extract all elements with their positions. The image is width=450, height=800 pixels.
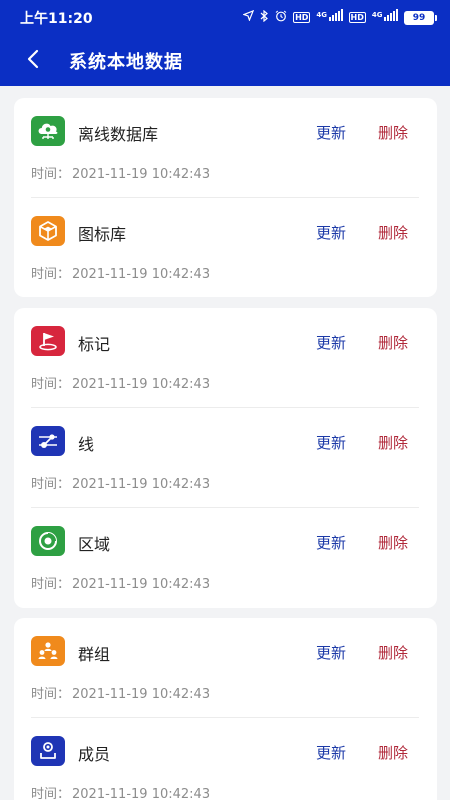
item-name: 群组 [78, 645, 111, 664]
location-arrow-icon [242, 9, 255, 25]
status-time: 上午11:20 [20, 11, 93, 27]
battery-icon: 99 [404, 10, 437, 25]
delete-button[interactable]: 删除 [378, 222, 408, 243]
update-button[interactable]: 更新 [316, 332, 346, 353]
page-title: 系统本地数据 [69, 52, 183, 73]
member-person-icon [31, 736, 65, 766]
item-name: 线 [78, 435, 95, 454]
item-time: 时间： 2021-11-19 10:42:43 [31, 577, 211, 592]
delete-button[interactable]: 删除 [378, 432, 408, 453]
list-item: 离线数据库 更新 删除 时间： 2021-11-19 10:42:43 [14, 98, 437, 198]
hd-badge: HD [293, 12, 311, 23]
cloud-database-icon [31, 116, 65, 146]
delete-button[interactable]: 删除 [378, 742, 408, 763]
update-button[interactable]: 更新 [316, 742, 346, 763]
item-time: 时间： 2021-11-19 10:42:43 [31, 267, 211, 282]
status-bar: 上午11:20 HD 4G HD 4G 99 [0, 0, 450, 34]
area-pie-icon [31, 526, 65, 556]
bluetooth-icon [260, 9, 269, 26]
list-item: 区域 更新 删除 时间： 2021-11-19 10:42:43 [14, 508, 437, 608]
alarm-clock-icon [275, 10, 287, 26]
data-list[interactable]: 离线数据库 更新 删除 时间： 2021-11-19 10:42:43 图标库 更… [0, 86, 450, 800]
status-icons: HD 4G HD 4G 99 [242, 9, 437, 26]
line-route-icon [31, 426, 65, 456]
hd-badge: HD [348, 12, 366, 23]
update-button[interactable]: 更新 [316, 532, 346, 553]
item-time: 时间： 2021-11-19 10:42:43 [31, 167, 211, 182]
list-item: 标记 更新 删除 时间： 2021-11-19 10:42:43 [14, 308, 437, 408]
update-button[interactable]: 更新 [316, 642, 346, 663]
update-button[interactable]: 更新 [316, 222, 346, 243]
item-time: 时间： 2021-11-19 10:42:43 [31, 787, 211, 800]
update-button[interactable]: 更新 [316, 122, 346, 143]
delete-button[interactable]: 删除 [378, 332, 408, 353]
data-group-card: 群组 更新 删除 时间： 2021-11-19 10:42:43 成员 更新 删除… [14, 618, 437, 800]
chevron-left-icon [27, 49, 39, 69]
item-name: 标记 [78, 335, 111, 354]
item-time: 时间： 2021-11-19 10:42:43 [31, 687, 211, 702]
data-group-card: 标记 更新 删除 时间： 2021-11-19 10:42:43 线 更新 删除 … [14, 308, 437, 608]
item-time: 时间： 2021-11-19 10:42:43 [31, 477, 211, 492]
app-header: 上午11:20 HD 4G HD 4G 99 系统本地数据 [0, 0, 450, 86]
list-item: 图标库 更新 删除 时间： 2021-11-19 10:42:43 [14, 198, 437, 298]
signal-strength-icon: 4G [316, 9, 343, 26]
group-people-icon [31, 636, 65, 666]
list-item: 成员 更新 删除 时间： 2021-11-19 10:42:43 [14, 718, 437, 800]
delete-button[interactable]: 删除 [378, 532, 408, 553]
delete-button[interactable]: 删除 [378, 122, 408, 143]
item-name: 图标库 [78, 225, 127, 244]
update-button[interactable]: 更新 [316, 432, 346, 453]
item-name: 区域 [78, 535, 111, 554]
delete-button[interactable]: 删除 [378, 642, 408, 663]
cube-box-icon [31, 216, 65, 246]
flag-marker-icon [31, 326, 65, 356]
item-name: 离线数据库 [78, 125, 159, 144]
list-item: 线 更新 删除 时间： 2021-11-19 10:42:43 [14, 408, 437, 508]
item-time: 时间： 2021-11-19 10:42:43 [31, 377, 211, 392]
signal-strength-icon: 4G [372, 9, 398, 26]
list-item: 群组 更新 删除 时间： 2021-11-19 10:42:43 [14, 618, 437, 718]
back-button[interactable] [18, 44, 48, 74]
item-name: 成员 [78, 745, 111, 764]
data-group-card: 离线数据库 更新 删除 时间： 2021-11-19 10:42:43 图标库 更… [14, 98, 437, 297]
